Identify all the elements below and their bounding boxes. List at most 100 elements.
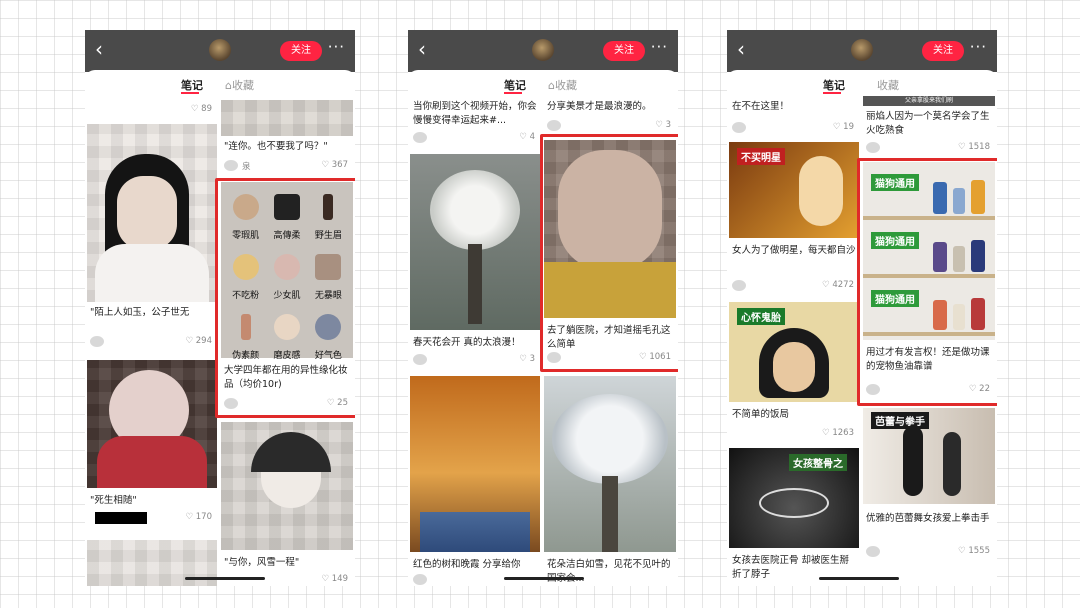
likes-count: ♡ 1263 — [822, 428, 854, 438]
back-arrow-icon[interactable]: ‹ — [737, 36, 745, 62]
user-avatar — [547, 120, 561, 131]
note-title: 优雅的芭蕾舞女孩爱上拳击手 — [866, 513, 990, 524]
note-meta: ♡ 3 — [547, 120, 673, 132]
avatar[interactable] — [532, 39, 554, 61]
likes-count: ♡ 1555 — [958, 546, 990, 556]
note-image: 心怀鬼胎 — [729, 302, 859, 402]
note-meta: ♡ 149 — [224, 574, 350, 586]
profile-tabs: 笔记 ⌂收藏 — [85, 70, 355, 98]
note-meta: ♡ 1555 — [866, 546, 992, 558]
note-card[interactable]: "陌上人如玉，公子世无 ♡ 294 — [87, 124, 217, 354]
likes-count: ♡ 1518 — [958, 142, 990, 152]
note-image: 父亲拿股来我们刷 — [863, 96, 995, 106]
note-card[interactable]: 花朵洁白如雪，见花不见叶的国家会... — [544, 376, 676, 586]
note-card[interactable]: 在不在这里！ ♡ 19 — [729, 100, 859, 138]
lock-icon: ⌂ — [548, 79, 555, 92]
note-card[interactable]: 心怀鬼胎 不简单的饭局 ♡ 1263 — [729, 302, 859, 442]
phone-screen-2: ‹ 关注 ··· 笔记 ⌂收藏 当你刷到这个视频开始，你会慢慢变得幸运起来#..… — [408, 30, 678, 586]
user-name: 泉 — [242, 162, 251, 172]
note-image: 不买明星 — [729, 142, 859, 238]
follow-button[interactable]: 关注 — [922, 41, 964, 61]
note-title: "陌上人如玉，公子世无 — [90, 307, 190, 318]
avatar[interactable] — [851, 39, 873, 61]
avatar[interactable] — [209, 39, 231, 61]
home-indicator — [185, 577, 265, 580]
note-meta: ♡ 19 — [732, 122, 856, 134]
note-card[interactable]: 芭蕾与拳手 优雅的芭蕾舞女孩爱上拳击手 ♡ 1555 — [863, 408, 995, 586]
back-arrow-icon[interactable]: ‹ — [95, 36, 103, 62]
note-meta: ♡ 89 — [90, 104, 214, 116]
note-card[interactable]: 红色的树和晚霞 分享给你 — [410, 376, 540, 586]
more-icon[interactable]: ··· — [328, 38, 345, 56]
note-meta: ♡ 4272 — [732, 280, 856, 292]
note-title: 分享美景才是最浪漫的。 — [547, 101, 652, 112]
phone-screen-3: ‹ 关注 ··· 笔记 收藏 在不在这里！ ♡ 19 不买明星 女人为了做明星，… — [727, 30, 997, 586]
note-meta: ♡ 170 — [90, 512, 214, 524]
note-title: 春天花会开 真的太浪漫！ — [413, 337, 521, 348]
note-title: "死生相随" — [90, 495, 137, 506]
likes-count: ♡ 294 — [185, 336, 212, 346]
tab-notes[interactable]: 笔记 — [823, 77, 845, 93]
note-meta: ♡ 1263 — [732, 428, 856, 440]
note-card[interactable]: 当你刷到这个视频开始，你会慢慢变得幸运起来#... ♡ 4 — [410, 100, 540, 148]
profile-tabs: 笔记 收藏 — [727, 70, 997, 98]
back-arrow-icon[interactable]: ‹ — [418, 36, 426, 62]
highlight-box — [540, 134, 678, 372]
note-card[interactable]: 女孩整骨之 女孩去医院正骨 却被医生掰折了脖子 — [729, 448, 859, 586]
note-image: 女孩整骨之 — [729, 448, 859, 548]
note-card[interactable]: 不买明星 女人为了做明星，每天都自沙 ♡ 4272 — [729, 142, 859, 298]
active-tab-indicator — [181, 92, 199, 94]
active-tab-indicator — [504, 92, 522, 94]
user-avatar — [413, 574, 427, 585]
more-icon[interactable]: ··· — [651, 38, 668, 56]
likes-count: ♡ 4 — [519, 132, 535, 142]
note-title: 红色的树和晚霞 分享给你 — [413, 559, 521, 570]
likes-count: ♡ 19 — [832, 122, 854, 132]
follow-button[interactable]: 关注 — [603, 41, 645, 61]
note-image — [87, 124, 217, 302]
profile-header: ‹ 关注 ··· — [85, 30, 355, 72]
profile-header: ‹ 关注 ··· — [727, 30, 997, 72]
active-tab-indicator — [823, 92, 841, 94]
home-indicator — [819, 577, 899, 580]
note-card[interactable]: 父亲拿股来我们刷 丽焰人因为一个莫名学会了生火吃熟食 ♡ 1518 — [863, 96, 995, 156]
phone-screen-1: ‹ 关注 ··· 笔记 ⌂收藏 ♡ 89 "陌上人如玉，公子世无 ♡ 294 "… — [85, 30, 355, 586]
note-card[interactable]: "连你。也不要我了吗？" 泉 ♡ 367 — [221, 100, 353, 176]
profile-tabs: 笔记 ⌂收藏 — [408, 70, 678, 98]
user-avatar — [866, 546, 880, 557]
note-image — [544, 376, 676, 552]
image-tag: 芭蕾与拳手 — [871, 412, 929, 429]
note-title: 花朵洁白如雪，见花不见叶的国家会... — [547, 559, 671, 584]
note-card[interactable]: ♡ 89 — [87, 100, 217, 120]
note-card[interactable]: 分享美景才是最浪漫的。 ♡ 3 — [544, 100, 676, 138]
tab-notes[interactable]: 笔记 — [504, 77, 526, 93]
note-card[interactable]: "与你，风雪一程" ♡ 149 — [221, 422, 353, 586]
home-indicator — [504, 577, 584, 580]
note-card[interactable]: "死生相随" ♡ 170 — [87, 360, 217, 528]
tab-collect[interactable]: 收藏 — [877, 77, 899, 93]
note-image — [87, 360, 217, 488]
note-meta: ♡ 3 — [413, 354, 537, 366]
note-meta: 泉 ♡ 367 — [224, 160, 350, 172]
image-tag: 女孩整骨之 — [789, 454, 847, 471]
more-icon[interactable]: ··· — [970, 38, 987, 56]
banner-text: 父亲拿股来我们刷 — [904, 97, 953, 104]
highlight-box — [215, 178, 355, 418]
note-image — [410, 154, 540, 330]
image-tag: 心怀鬼胎 — [737, 308, 785, 325]
note-card[interactable]: 春天花会开 真的太浪漫！ ♡ 3 — [410, 154, 540, 370]
follow-button[interactable]: 关注 — [280, 41, 322, 61]
note-meta: ♡ 1518 — [866, 142, 992, 154]
note-image — [410, 376, 540, 552]
tab-collect[interactable]: ⌂收藏 — [225, 77, 254, 93]
user-avatar — [732, 280, 746, 291]
tab-collect[interactable]: ⌂收藏 — [548, 77, 577, 93]
note-meta — [413, 574, 537, 586]
note-image — [221, 422, 353, 550]
tab-notes[interactable]: 笔记 — [181, 77, 203, 93]
likes-count: ♡ 3 — [519, 354, 535, 364]
note-meta: ♡ 4 — [413, 132, 537, 144]
likes-count: ♡ 3 — [655, 120, 671, 130]
likes-count: ♡ 89 — [190, 104, 212, 114]
note-title: 当你刷到这个视频开始，你会慢慢变得幸运起来#... — [413, 101, 537, 126]
